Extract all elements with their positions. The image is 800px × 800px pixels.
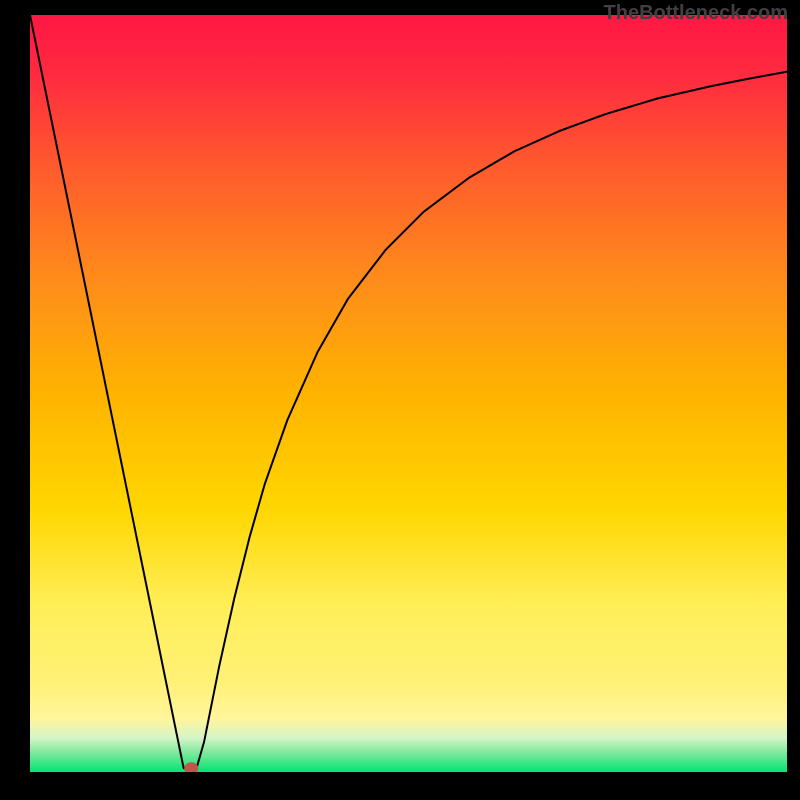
chart-container: TheBottleneck.com	[0, 0, 800, 800]
plot-area	[30, 15, 787, 772]
chart-background	[30, 15, 787, 772]
watermark-link[interactable]: TheBottleneck.com	[604, 2, 788, 25]
chart-svg	[30, 15, 787, 772]
